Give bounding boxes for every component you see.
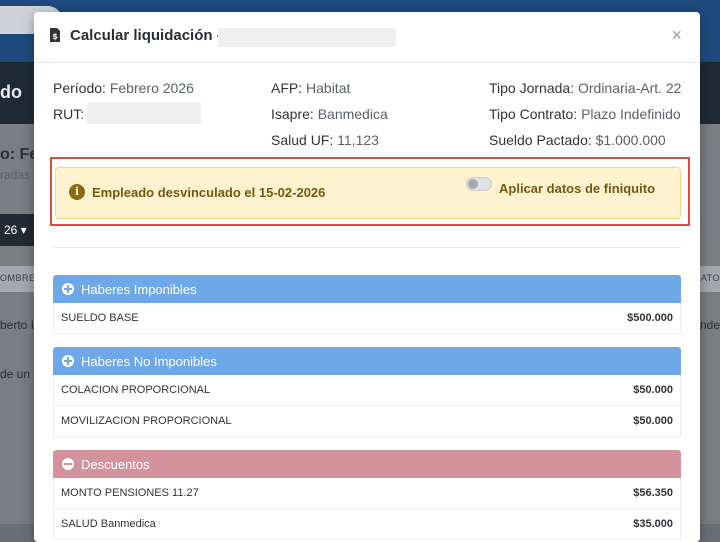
periodo-label: Período: [53, 80, 106, 96]
table-row: MONTO PENSIONES 11.27 $56.350 [53, 478, 681, 509]
row-amount: $50.000 [633, 384, 673, 396]
toggle-knob [468, 179, 478, 189]
section-haberes-no-imponibles: Haberes No Imponibles COLACION PROPORCIO… [53, 347, 681, 437]
svg-text:$: $ [52, 32, 58, 41]
alert-message: Empleado desvinculado el 15-02-2026 [92, 185, 326, 200]
info-tipo-contrato: Tipo Contrato: Plazo Indefinido [489, 106, 681, 122]
modal-header: $ Calcular liquidación - × [34, 12, 700, 63]
info-tipo-jornada: Tipo Jornada: Ordinaria-Art. 22 [489, 80, 681, 96]
finiquito-toggle[interactable] [466, 177, 492, 191]
info-isapre: Isapre: Banmedica [271, 106, 388, 122]
background-header-text: do [0, 82, 22, 102]
plus-circle-icon [62, 355, 74, 367]
jornada-value: Ordinaria-Art. 22 [577, 80, 682, 96]
info-afp: AFP: Habitat [271, 80, 350, 96]
isapre-value: Banmedica [317, 106, 388, 122]
info-salud-uf: Salud UF: 11,123 [271, 132, 379, 148]
background-row1-left: berto I [0, 318, 35, 332]
row-amount: $56.350 [633, 487, 673, 499]
modal-title: Calcular liquidación - [70, 27, 222, 44]
rut-value-redacted [87, 102, 201, 124]
section-title: Descuentos [81, 457, 150, 472]
finiquito-toggle-label[interactable]: Aplicar datos de finiquito [499, 181, 655, 196]
plus-circle-icon [62, 283, 74, 295]
contrato-label: Tipo Contrato: [489, 106, 578, 122]
background-th-left: OMBRE [0, 273, 36, 283]
table-row: MOVILIZACION PROPORCIONAL $50.000 [53, 406, 681, 437]
section-haberes-imponibles: Haberes Imponibles SUELDO BASE $500.000 [53, 275, 681, 334]
row-amount: $500.000 [627, 312, 673, 324]
employee-name-redacted [218, 28, 396, 47]
section-header-haberes-imponibles[interactable]: Haberes Imponibles [53, 275, 681, 303]
section-header-haberes-no-imponibles[interactable]: Haberes No Imponibles [53, 347, 681, 375]
sueldo-value: $1.000.000 [595, 132, 666, 148]
salud-label: Salud UF: [271, 132, 334, 148]
section-title: Haberes Imponibles [81, 282, 197, 297]
calcular-liquidacion-modal: $ Calcular liquidación - × Período: Febr… [34, 12, 700, 542]
jornada-label: Tipo Jornada: [489, 80, 575, 96]
afp-value: Habitat [306, 80, 351, 96]
row-label: MONTO PENSIONES 11.27 [61, 487, 199, 499]
background-row2-left: de un [0, 367, 31, 381]
info-rut: RUT: [53, 106, 84, 122]
section-header-descuentos[interactable]: Descuentos [53, 450, 681, 478]
info-circle-icon: i [69, 184, 85, 200]
section-title: Haberes No Imponibles [81, 354, 217, 369]
row-label: MOVILIZACION PROPORCIONAL [61, 415, 232, 427]
contrato-value: Plazo Indefinido [581, 106, 681, 122]
table-row: SALUD Banmedica $35.000 [53, 509, 681, 540]
isapre-label: Isapre: [271, 106, 314, 122]
section-descuentos: Descuentos MONTO PENSIONES 11.27 $56.350… [53, 450, 681, 540]
close-icon[interactable]: × [671, 25, 682, 46]
row-amount: $50.000 [633, 415, 673, 427]
rut-label: RUT: [53, 106, 85, 122]
afp-label: AFP: [271, 80, 303, 96]
row-label: SUELDO BASE [61, 312, 139, 324]
background-row1-right: Inde [696, 318, 720, 332]
section-divider [53, 247, 681, 248]
row-amount: $35.000 [633, 518, 673, 530]
salud-value: 11,123 [337, 132, 379, 148]
sueldo-label: Sueldo Pactado: [489, 132, 592, 148]
background-period-dropdown: 26 ▾ [0, 214, 34, 246]
row-label: COLACION PROPORCIONAL [61, 384, 211, 396]
info-sueldo-pactado: Sueldo Pactado: $1.000.000 [489, 132, 666, 148]
periodo-value: Febrero 2026 [109, 80, 194, 96]
table-row: SUELDO BASE $500.000 [53, 303, 681, 334]
invoice-icon: $ [50, 28, 60, 42]
desvinculado-alert: i Empleado desvinculado el 15-02-2026 Ap… [55, 167, 681, 219]
minus-circle-icon [62, 458, 74, 470]
table-row: COLACION PROPORCIONAL $50.000 [53, 375, 681, 406]
row-label: SALUD Banmedica [61, 518, 156, 530]
info-periodo: Período: Febrero 2026 [53, 80, 194, 96]
